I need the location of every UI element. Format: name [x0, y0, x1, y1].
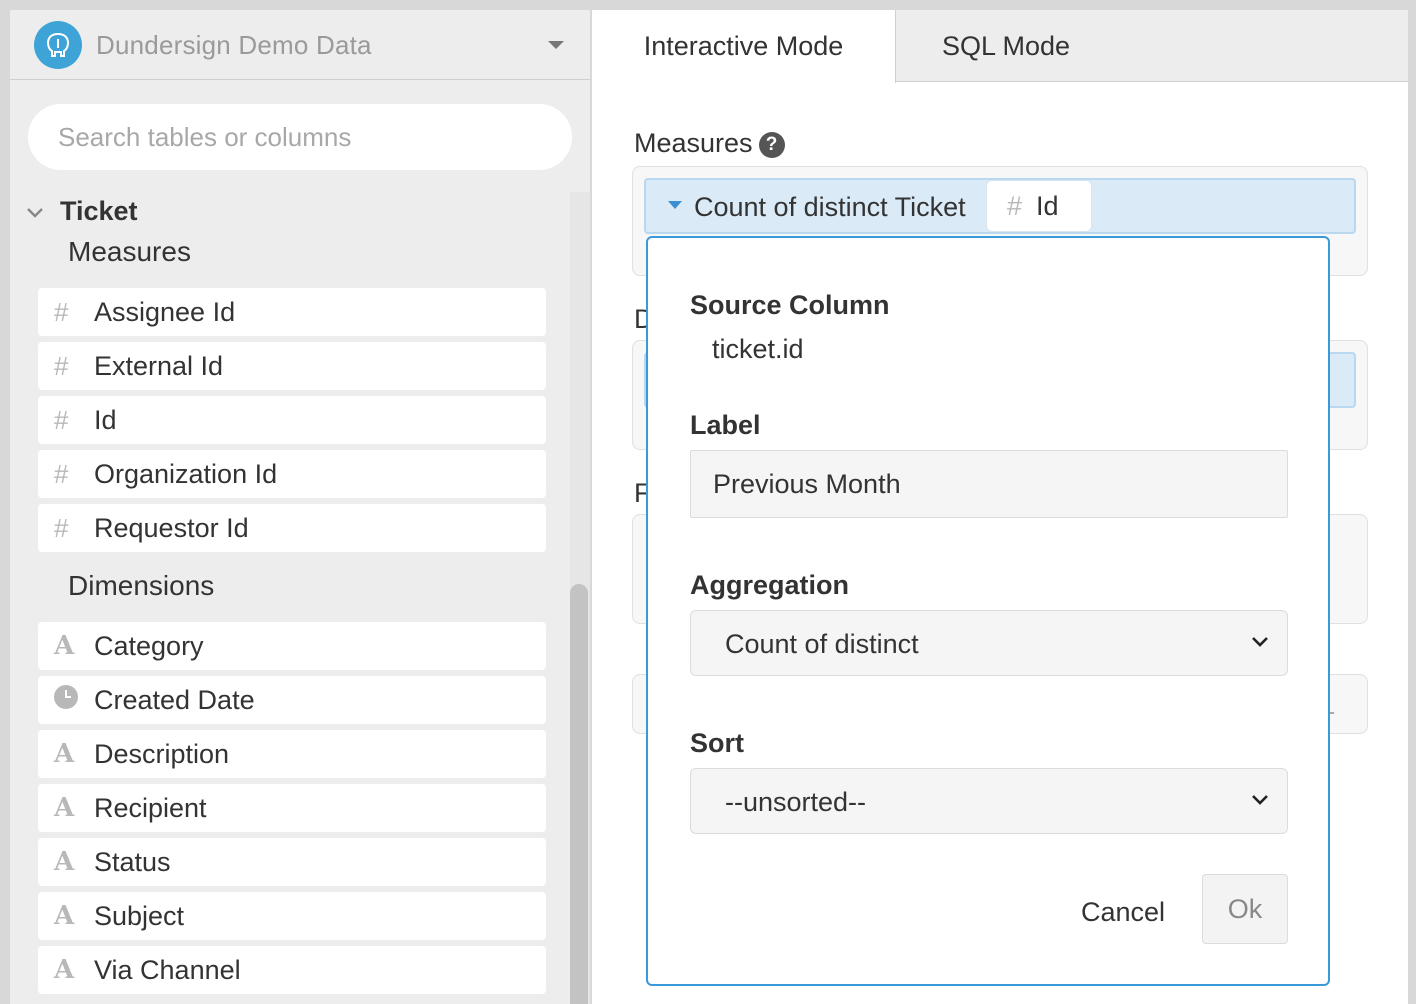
cancel-button[interactable]: Cancel [1078, 892, 1168, 932]
dimension-item-created-date[interactable]: Created Date [38, 676, 546, 724]
measures-section-title: Measures [68, 236, 191, 267]
measure-column-tag: # Id [986, 180, 1092, 232]
dimension-item-via-channel[interactable]: A Via Channel [38, 946, 546, 994]
chevron-down-icon [1252, 637, 1268, 647]
measure-item-organization-id[interactable]: # Organization Id [38, 450, 546, 498]
source-column-value: ticket.id [712, 334, 804, 364]
tab-interactive-mode[interactable]: Interactive Mode [592, 10, 896, 83]
ok-button[interactable]: Ok [1202, 874, 1288, 944]
measure-item-requestor-id[interactable]: # Requestor Id [38, 504, 546, 552]
field-label: Description [94, 738, 230, 769]
label-field-label: Label [690, 410, 761, 440]
number-icon: # [1007, 190, 1023, 221]
field-label: Created Date [94, 684, 255, 715]
number-icon: # [54, 404, 69, 435]
number-icon: # [54, 296, 69, 327]
dimension-item-recipient[interactable]: A Recipient [38, 784, 546, 832]
field-label: Assignee Id [94, 296, 236, 327]
field-label: Id [94, 404, 117, 435]
text-type-icon: A [54, 631, 75, 661]
datasource-name: Dundersign Demo Data [96, 30, 372, 60]
dimensions-section-title: Dimensions [68, 570, 215, 601]
number-icon: # [54, 350, 69, 381]
chevron-down-icon [1252, 795, 1268, 805]
dimension-item-subject[interactable]: A Subject [38, 892, 546, 940]
search-input[interactable] [28, 104, 572, 170]
text-type-icon: A [54, 955, 75, 985]
dimension-item-description[interactable]: A Description [38, 730, 546, 778]
dimension-item-status[interactable]: A Status [38, 838, 546, 886]
measure-item-assignee-id[interactable]: # Assignee Id [38, 288, 546, 336]
chevron-down-icon[interactable] [24, 202, 46, 224]
clock-icon [38, 684, 94, 716]
chevron-down-icon[interactable] [548, 41, 564, 49]
measure-edit-popover: Source Column ticket.id Label Aggregatio… [646, 236, 1330, 986]
field-label: Status [94, 846, 171, 877]
dimension-item-category[interactable]: A Category [38, 622, 546, 670]
aggregation-label: Aggregation [690, 570, 849, 600]
schema-sidebar: Dundersign Demo Data Ticket Measures # A… [10, 10, 590, 1004]
text-type-icon: A [54, 901, 75, 931]
measure-column-name: Id [1036, 190, 1059, 221]
field-label: Category [94, 630, 204, 661]
datasource-selector[interactable]: Dundersign Demo Data [10, 10, 590, 80]
tab-sql-mode[interactable]: SQL Mode [896, 10, 1116, 82]
mode-tabs: Interactive Mode SQL Mode [592, 10, 1408, 83]
number-icon: # [54, 512, 69, 543]
help-icon[interactable]: ? [758, 132, 785, 158]
field-label: Via Channel [94, 954, 241, 985]
measure-pill-label: Count of distinct Ticket [694, 192, 966, 222]
measures-heading: Measures? [634, 128, 785, 159]
field-label: External Id [94, 350, 224, 381]
source-column-label: Source Column [690, 290, 890, 320]
number-icon: # [54, 458, 69, 489]
measures-heading-text: Measures [634, 128, 753, 158]
measure-item-external-id[interactable]: # External Id [38, 342, 546, 390]
text-type-icon: A [54, 847, 75, 877]
scrollbar-thumb[interactable] [570, 584, 588, 1004]
measure-pill[interactable]: Count of distinct Ticket # Id [644, 178, 1356, 234]
field-label: Recipient [94, 792, 207, 823]
field-label: Requestor Id [94, 512, 249, 543]
measure-item-id[interactable]: # Id [38, 396, 546, 444]
caret-down-icon[interactable] [668, 201, 682, 209]
field-label: Subject [94, 900, 185, 931]
aggregation-select[interactable]: Count of distinct [690, 610, 1288, 676]
text-type-icon: A [54, 793, 75, 823]
label-input[interactable] [690, 450, 1288, 518]
sort-selected-value: --unsorted-- [725, 787, 867, 817]
text-type-icon: A [54, 739, 75, 769]
sort-select[interactable]: --unsorted-- [690, 768, 1288, 834]
sort-label: Sort [690, 728, 744, 758]
field-label: Organization Id [94, 458, 278, 489]
aggregation-selected-value: Count of distinct [725, 629, 919, 659]
table-name[interactable]: Ticket [60, 196, 138, 227]
postgres-elephant-icon [34, 21, 82, 69]
